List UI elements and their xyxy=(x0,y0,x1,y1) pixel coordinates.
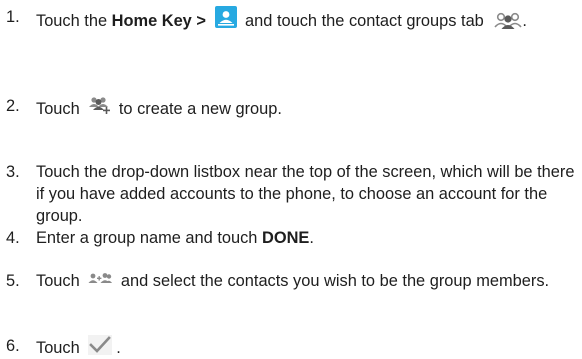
step-number: 1. xyxy=(6,8,20,26)
step-text: Touch to create a new group. xyxy=(36,95,578,120)
step-text-part: . xyxy=(522,12,527,30)
step-number: 6. xyxy=(6,337,20,355)
home-key-label: Home Key > xyxy=(111,12,206,30)
step-text-part: Touch the xyxy=(36,12,112,30)
step-text-part: and touch the contact groups tab xyxy=(240,12,489,30)
step-text: Touch . xyxy=(36,335,578,359)
step-text-part: Enter a group name and touch xyxy=(36,229,262,247)
step-text-part: to create a new group. xyxy=(114,100,282,118)
step-number: 4. xyxy=(6,229,20,247)
step-text-part: . xyxy=(309,229,314,247)
checkmark-icon xyxy=(88,335,113,355)
contacts-app-icon xyxy=(214,6,237,28)
step-text-part: Touch xyxy=(36,272,85,290)
add-members-icon xyxy=(88,271,113,287)
step-text-part: Touch xyxy=(36,339,85,357)
step-number: 2. xyxy=(6,97,20,115)
contact-groups-tab-icon xyxy=(494,11,522,29)
step-text-part: and select the contacts you wish to be t… xyxy=(116,272,550,290)
step-text-part: . xyxy=(116,339,121,357)
step-text: Touch the Home Key > and touch the conta… xyxy=(36,6,578,32)
step-text: Touch and select the contacts you wish t… xyxy=(36,270,578,292)
step-text: Touch the drop-down listbox near the top… xyxy=(36,163,575,225)
done-label: DONE xyxy=(261,229,310,247)
step-number: 3. xyxy=(6,163,20,181)
add-group-icon xyxy=(88,95,111,115)
step-text-part: Touch xyxy=(36,100,85,118)
step-number: 5. xyxy=(6,272,20,290)
step-text: Enter a group name and touch DONE. xyxy=(36,227,578,249)
